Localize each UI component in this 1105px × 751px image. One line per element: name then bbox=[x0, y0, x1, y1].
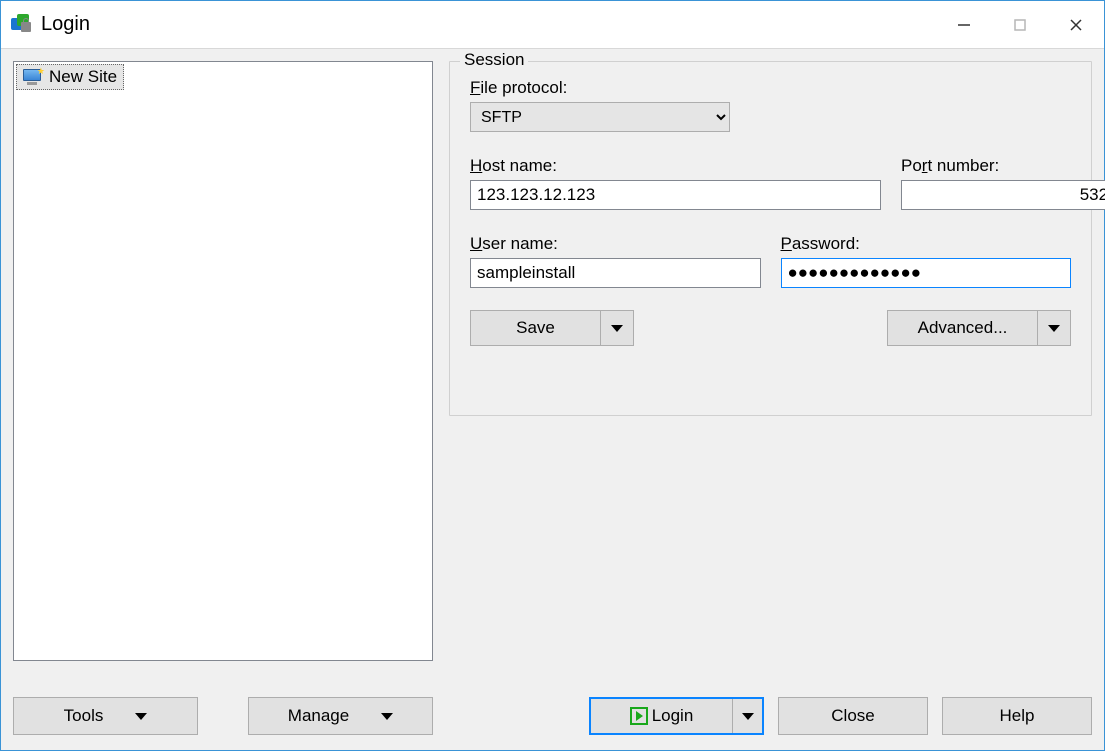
save-button[interactable]: Save bbox=[470, 310, 600, 346]
manage-button[interactable]: Manage bbox=[248, 697, 433, 735]
login-button[interactable]: Login bbox=[591, 699, 732, 733]
tools-button[interactable]: Tools bbox=[13, 697, 198, 735]
chevron-down-icon bbox=[742, 713, 754, 720]
app-icon bbox=[11, 14, 33, 36]
login-button-split: Login bbox=[589, 697, 764, 735]
save-button-drop[interactable] bbox=[600, 310, 634, 346]
manage-button-split: Manage bbox=[248, 697, 433, 735]
chevron-down-icon bbox=[381, 713, 393, 720]
login-dialog: Login ★ New Site bbox=[0, 0, 1105, 751]
chevron-down-icon bbox=[135, 713, 147, 720]
help-button[interactable]: Help bbox=[942, 697, 1092, 735]
port-number-input[interactable] bbox=[901, 180, 1105, 210]
maximize-button[interactable] bbox=[992, 1, 1048, 48]
new-site-item[interactable]: ★ New Site bbox=[16, 64, 124, 90]
new-site-label: New Site bbox=[49, 67, 117, 87]
port-number-label: Port number: bbox=[901, 156, 1071, 176]
password-input[interactable] bbox=[781, 258, 1072, 288]
login-button-drop[interactable] bbox=[732, 699, 762, 733]
login-icon bbox=[630, 707, 648, 725]
tools-button-split: Tools bbox=[13, 697, 198, 735]
file-protocol-select[interactable]: SFTP bbox=[470, 102, 730, 132]
chevron-down-icon bbox=[611, 325, 623, 332]
title-bar: Login bbox=[1, 1, 1104, 49]
host-name-label: Host name: bbox=[470, 156, 881, 176]
session-legend: Session bbox=[460, 50, 528, 70]
chevron-down-icon bbox=[1048, 325, 1060, 332]
user-name-input[interactable] bbox=[470, 258, 761, 288]
advanced-button-drop[interactable] bbox=[1037, 310, 1071, 346]
advanced-button[interactable]: Advanced... bbox=[887, 310, 1037, 346]
bottom-bar: Tools Manage Logi bbox=[13, 694, 1092, 738]
host-name-input[interactable] bbox=[470, 180, 881, 210]
password-label: Password: bbox=[781, 234, 1072, 254]
sites-list[interactable]: ★ New Site bbox=[13, 61, 433, 661]
window-title: Login bbox=[41, 13, 90, 36]
file-protocol-label: File protocol: bbox=[470, 78, 1071, 98]
save-button-split: Save bbox=[470, 310, 634, 346]
minimize-button[interactable] bbox=[936, 1, 992, 48]
close-window-button[interactable] bbox=[1048, 1, 1104, 48]
new-site-icon: ★ bbox=[23, 69, 43, 85]
close-button[interactable]: Close bbox=[778, 697, 928, 735]
advanced-button-split: Advanced... bbox=[887, 310, 1071, 346]
user-name-label: User name: bbox=[470, 234, 761, 254]
session-group: Session File protocol: SFTP Host name: bbox=[449, 61, 1092, 416]
